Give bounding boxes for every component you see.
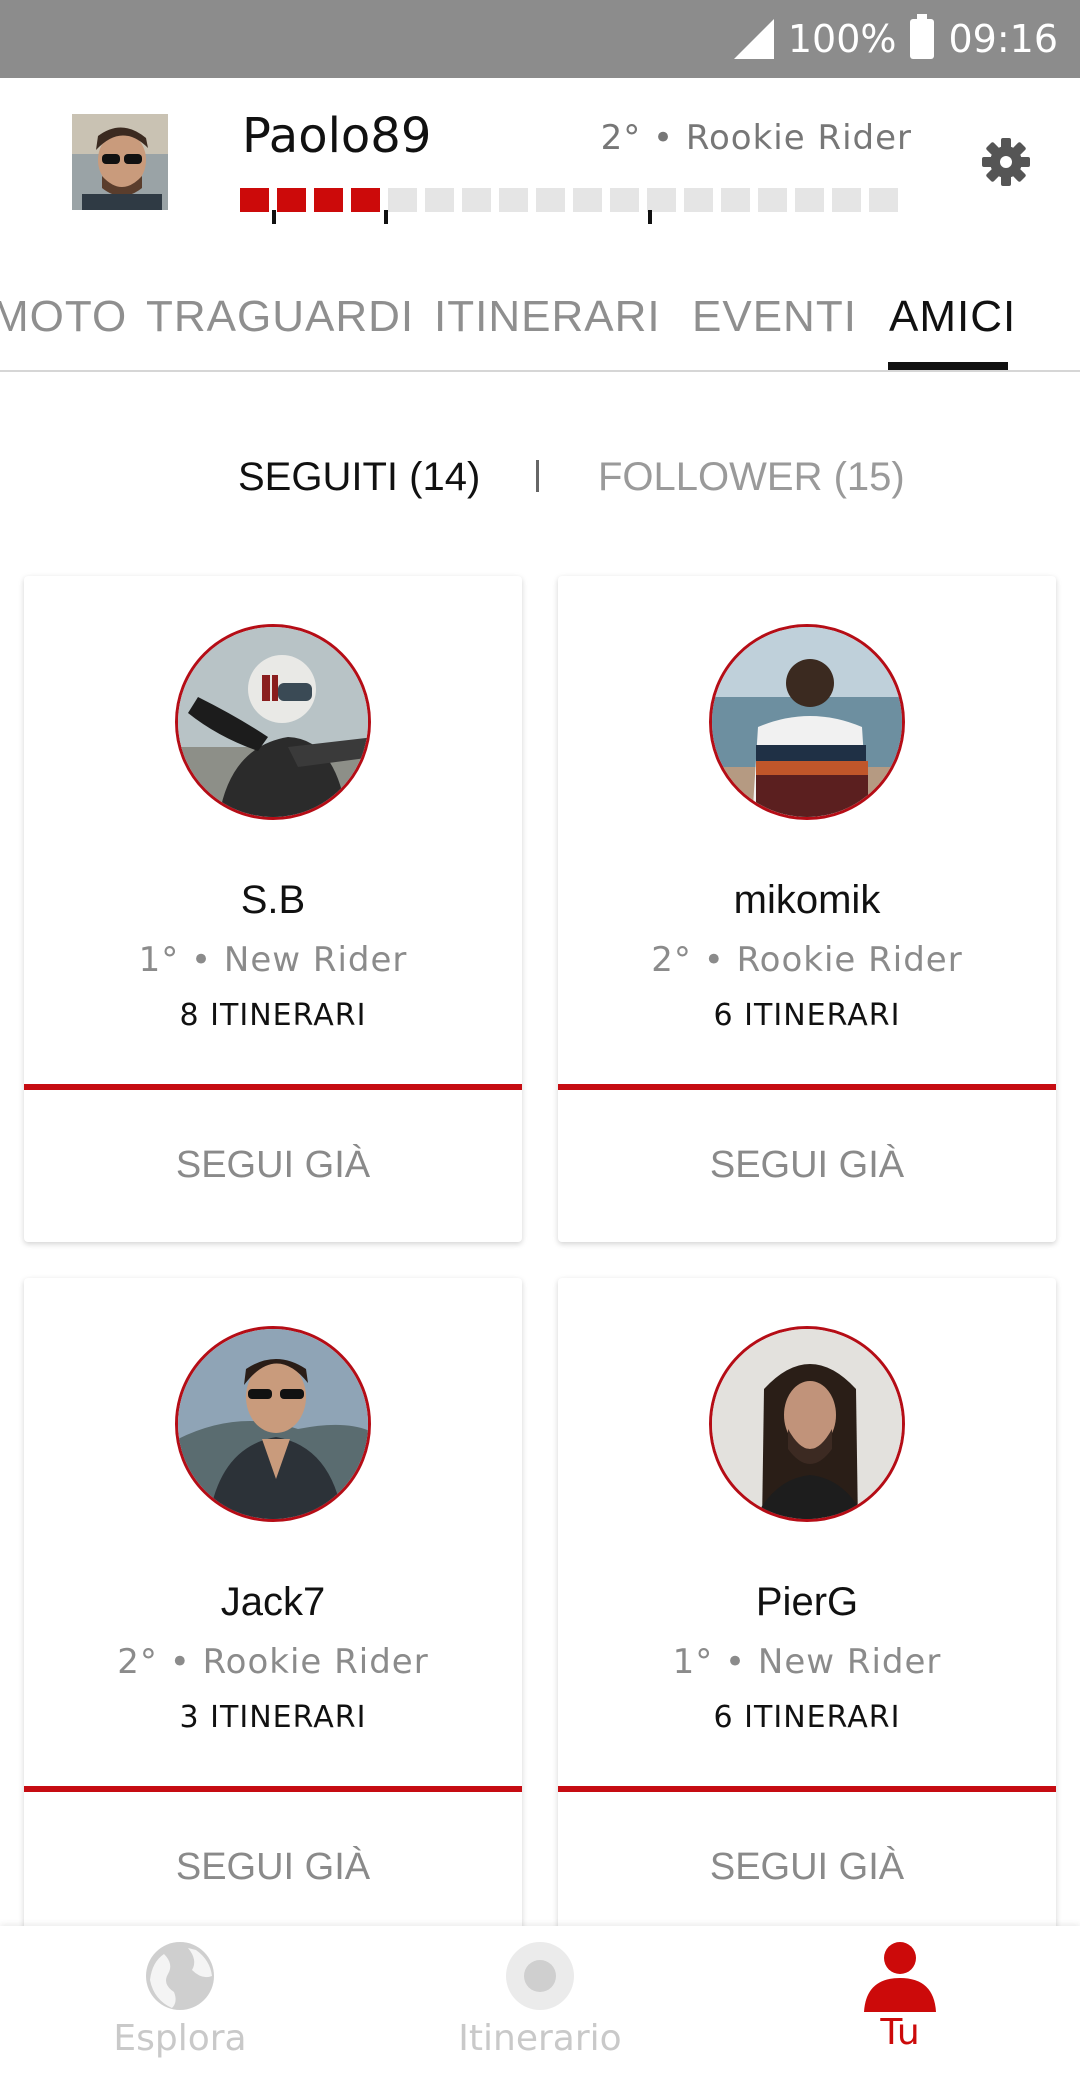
battery-icon <box>910 14 935 59</box>
friend-avatar[interactable] <box>709 1326 905 1522</box>
following-button[interactable]: SEGUI GIÀ <box>24 1792 522 1938</box>
signal-icon <box>733 19 774 59</box>
nav-tu[interactable]: Tu <box>720 1926 1080 2076</box>
progress-segment <box>610 188 639 212</box>
bottom-navigation: Esplora Itinerario Tu <box>0 1926 1080 2076</box>
nav-itinerario[interactable]: Itinerario <box>360 1926 720 2076</box>
profile-username: Paolo89 <box>242 108 432 164</box>
following-button[interactable]: SEGUI GIÀ <box>558 1090 1056 1240</box>
progress-segment <box>314 188 343 212</box>
progress-segment <box>647 188 676 212</box>
friend-card[interactable]: PierG 1° • New Rider 6 ITINERARI SEGUI G… <box>558 1278 1056 1938</box>
progress-segment <box>277 188 306 212</box>
friend-avatar[interactable] <box>175 1326 371 1522</box>
tab-traguardi[interactable]: TRAGUARDI <box>146 292 414 342</box>
progress-segment <box>869 188 898 212</box>
profile-avatar[interactable] <box>72 114 168 210</box>
progress-segment <box>573 188 602 212</box>
nav-label: Tu <box>880 2012 920 2053</box>
friend-name: mikomik <box>733 878 881 922</box>
level-progress-bar <box>240 188 912 224</box>
progress-tick <box>384 210 388 224</box>
progress-segment <box>832 188 861 212</box>
progress-segment <box>462 188 491 212</box>
friend-avatar[interactable] <box>709 624 905 820</box>
gear-icon[interactable] <box>980 136 1032 188</box>
friend-routes-count: 6 ITINERARI <box>713 1700 901 1735</box>
friend-rank: 2° • Rookie Rider <box>117 1642 429 1682</box>
friend-rank: 2° • Rookie Rider <box>651 940 963 980</box>
nav-label: Esplora <box>113 2018 247 2059</box>
progress-tick <box>272 210 276 224</box>
friend-rank: 1° • New Rider <box>672 1642 942 1682</box>
progress-segment <box>536 188 565 212</box>
active-tab-indicator <box>888 362 1008 370</box>
route-dot-icon <box>506 1942 574 2010</box>
friend-avatar[interactable] <box>175 624 371 820</box>
friend-routes-count: 3 ITINERARI <box>179 1700 367 1735</box>
tab-itinerari[interactable]: ITINERARI <box>434 292 661 342</box>
progress-segment <box>721 188 750 212</box>
friend-name: PierG <box>755 1580 859 1624</box>
profile-level: 2° • Rookie Rider <box>600 118 912 158</box>
tab-amici[interactable]: AMICI <box>889 292 1016 342</box>
friend-routes-count: 8 ITINERARI <box>179 998 367 1033</box>
profile-tabs: MOTO TRAGUARDI ITINERARI EVENTI AMICI <box>0 250 1080 372</box>
progress-tick <box>648 210 652 224</box>
subtab-following[interactable]: SEGUITI (14) <box>238 455 480 500</box>
friend-card[interactable]: mikomik 2° • Rookie Rider 6 ITINERARI SE… <box>558 576 1056 1242</box>
progress-segment <box>240 188 269 212</box>
clock: 09:16 <box>948 17 1058 61</box>
status-bar: 100% 09:16 <box>0 0 1080 78</box>
friend-card[interactable]: S.B 1° • New Rider 8 ITINERARI SEGUI GIÀ <box>24 576 522 1242</box>
friend-rank: 1° • New Rider <box>138 940 408 980</box>
progress-segment <box>499 188 528 212</box>
progress-segment <box>758 188 787 212</box>
tab-eventi[interactable]: EVENTI <box>692 292 857 342</box>
friend-name: S.B <box>240 878 306 922</box>
progress-segment <box>388 188 417 212</box>
progress-segment <box>795 188 824 212</box>
person-icon <box>864 1942 936 2012</box>
following-button[interactable]: SEGUI GIÀ <box>24 1090 522 1240</box>
friend-name: Jack7 <box>220 1580 326 1624</box>
progress-segment <box>351 188 380 212</box>
nav-label: Itinerario <box>458 2018 622 2059</box>
friend-routes-count: 6 ITINERARI <box>713 998 901 1033</box>
profile-header: Paolo89 2° • Rookie Rider <box>0 78 1080 250</box>
progress-segment <box>425 188 454 212</box>
tab-moto[interactable]: MOTO <box>0 292 127 342</box>
subtab-followers[interactable]: FOLLOWER (15) <box>598 455 905 500</box>
battery-percent: 100% <box>787 17 897 61</box>
nav-esplora[interactable]: Esplora <box>0 1926 360 2076</box>
friend-card[interactable]: Jack7 2° • Rookie Rider 3 ITINERARI SEGU… <box>24 1278 522 1938</box>
following-button[interactable]: SEGUI GIÀ <box>558 1792 1056 1938</box>
globe-icon <box>146 1942 214 2010</box>
progress-segment <box>684 188 713 212</box>
subtab-divider <box>536 460 539 492</box>
